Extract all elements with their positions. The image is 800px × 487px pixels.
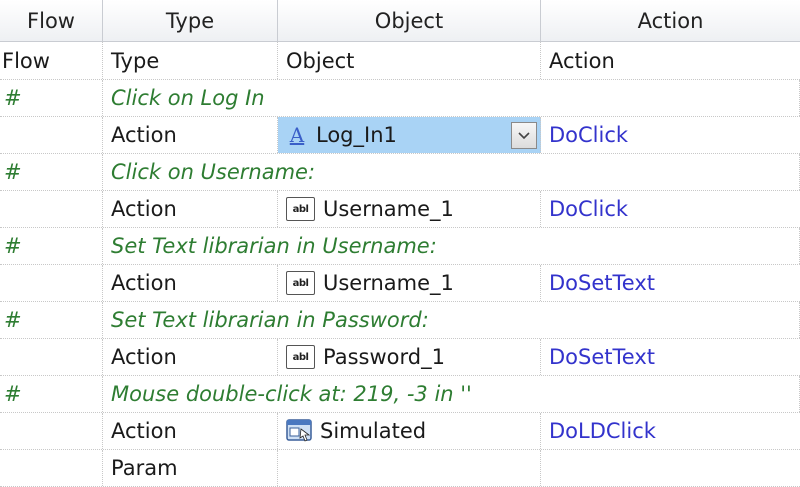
textbox-icon: abl [286,197,315,221]
comment-text[interactable]: Click on Log In [103,80,800,116]
flow-cell[interactable] [0,450,103,486]
subheader-type: Type [103,42,278,79]
table-row[interactable]: Action abl Username_1 DoSetText [0,265,800,302]
object-name: Log_In1 [316,123,397,147]
column-header-type[interactable]: Type [103,0,278,41]
textbox-icon: abl [286,271,315,295]
link-icon: A [289,123,305,147]
column-header-action[interactable]: Action [541,0,800,41]
textbox-icon: abl [286,345,315,369]
dropdown-button[interactable] [511,122,537,149]
chevron-down-icon [518,131,530,139]
flow-marker: # [0,80,103,116]
subheader-flow: Flow [0,42,103,79]
object-cell[interactable]: Simulated [278,413,541,449]
flow-cell[interactable] [0,117,103,153]
flow-marker: # [0,302,103,338]
table-row[interactable]: Action abl Username_1 DoClick [0,191,800,228]
action-cell[interactable]: DoClick [541,117,800,153]
object-cell[interactable]: abl Username_1 [278,191,541,227]
type-cell[interactable]: Action [103,265,278,301]
simulated-icon [286,418,312,444]
comment-row[interactable]: # Click on Username: [0,154,800,191]
flow-cell[interactable] [0,413,103,449]
test-steps-grid: Flow Type Object Action Flow Type Object… [0,0,800,487]
object-cell[interactable] [278,450,541,486]
column-header-object[interactable]: Object [278,0,541,41]
action-cell[interactable]: DoSetText [541,339,800,375]
type-cell[interactable]: Action [103,413,278,449]
action-cell[interactable] [541,450,800,486]
table-row[interactable]: Param [0,450,800,487]
column-header-flow[interactable]: Flow [0,0,103,41]
type-cell[interactable]: Action [103,191,278,227]
table-row[interactable]: Action A Log_In1 DoClick [0,117,800,154]
flow-cell[interactable] [0,339,103,375]
comment-row[interactable]: # Set Text librarian in Password: [0,302,800,339]
column-header-row: Flow Type Object Action [0,0,800,42]
flow-marker: # [0,376,103,412]
object-cell[interactable]: abl Username_1 [278,265,541,301]
action-cell[interactable]: DoSetText [541,265,800,301]
type-cell[interactable]: Param [103,450,278,486]
type-cell[interactable]: Action [103,339,278,375]
flow-marker: # [0,228,103,264]
type-cell[interactable]: Action [103,117,278,153]
flow-marker: # [0,154,103,190]
comment-row[interactable]: # Set Text librarian in Username: [0,228,800,265]
action-cell[interactable]: DoLDClick [541,413,800,449]
flow-cell[interactable] [0,191,103,227]
object-name: Simulated [320,419,427,443]
table-row[interactable]: Action abl Password_1 DoSetText [0,339,800,376]
object-name: Username_1 [323,197,454,221]
action-cell[interactable]: DoClick [541,191,800,227]
object-cell[interactable]: abl Password_1 [278,339,541,375]
object-name: Username_1 [323,271,454,295]
subheader-object: Object [278,42,541,79]
flow-cell[interactable] [0,265,103,301]
comment-text[interactable]: Click on Username: [103,154,800,190]
comment-text[interactable]: Set Text librarian in Password: [103,302,800,338]
comment-row[interactable]: # Mouse double-click at: 219, -3 in '' [0,376,800,413]
table-row[interactable]: Action Simulated DoLDClick [0,413,800,450]
subheader-row: Flow Type Object Action [0,42,800,80]
object-cell-selected[interactable]: A Log_In1 [278,117,541,153]
comment-text[interactable]: Mouse double-click at: 219, -3 in '' [103,376,800,412]
comment-text[interactable]: Set Text librarian in Username: [103,228,800,264]
comment-row[interactable]: # Click on Log In [0,80,800,117]
object-name: Password_1 [323,345,445,369]
subheader-action: Action [549,48,615,73]
